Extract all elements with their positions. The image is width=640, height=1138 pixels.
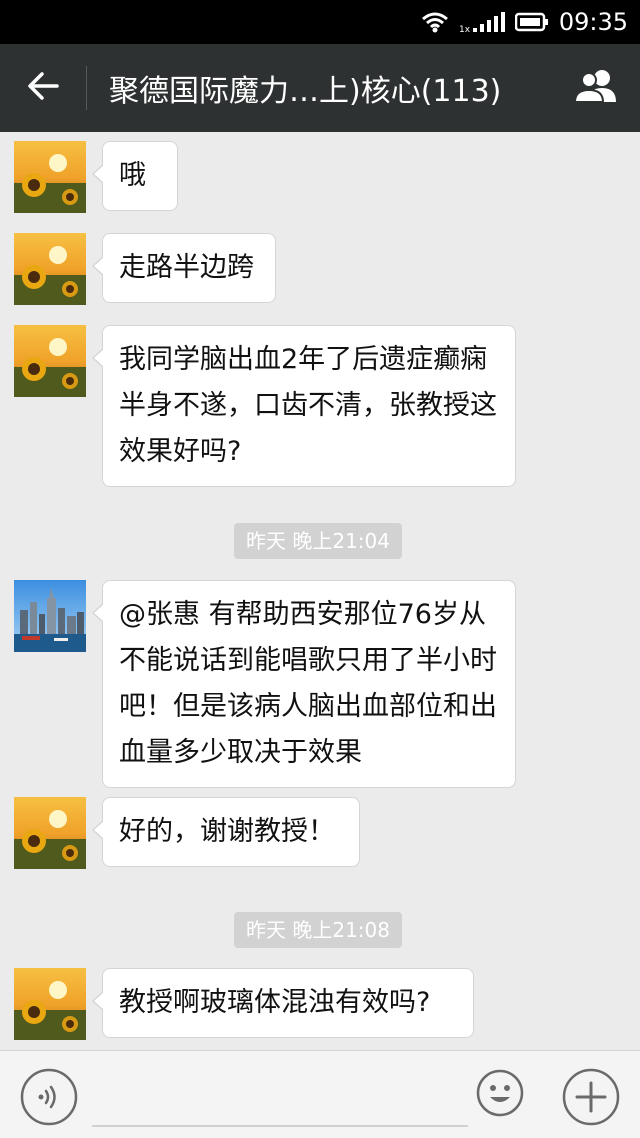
emoji-button[interactable] — [476, 1069, 524, 1117]
avatar[interactable] — [14, 580, 86, 652]
timestamp-divider: 昨天 晚上21:08 — [234, 912, 402, 948]
status-bar: 1x 09:35 — [0, 0, 640, 44]
group-members-icon — [572, 68, 620, 108]
battery-icon — [514, 12, 549, 32]
voice-input-button[interactable] — [20, 1068, 78, 1126]
message-bubble[interactable]: 哦 — [92, 141, 178, 211]
message-input-bar — [0, 1050, 640, 1138]
avatar[interactable] — [14, 797, 86, 869]
svg-text:1x: 1x — [459, 25, 471, 34]
message-bubble[interactable]: @张惠 有帮助西安那位76岁从不能说话到能唱歌只用了半小时吧！但是该病人脑出血部… — [92, 580, 516, 788]
plus-icon — [562, 1068, 620, 1130]
voice-icon — [20, 1068, 78, 1130]
emoji-icon — [476, 1069, 524, 1121]
status-time: 09:35 — [558, 8, 628, 36]
message-bubble[interactable]: 我同学脑出血2年了后遗症癫痫半身不遂，口齿不清，张教授这效果好吗? — [92, 325, 516, 487]
avatar[interactable] — [14, 325, 86, 397]
message-text-input[interactable] — [92, 1125, 468, 1127]
chat-header: 聚德国际魔力…上)核心(113) — [0, 44, 640, 132]
wifi-icon — [421, 11, 449, 33]
timestamp-divider: 昨天 晚上21:04 — [234, 523, 402, 559]
chat-message-list[interactable]: 哦 走路半边跨 我同学脑出血2年了后遗症癫痫半身不遂，口齿不清，张教授这效果好吗… — [0, 132, 640, 1050]
more-options-button[interactable] — [562, 1068, 620, 1126]
avatar[interactable] — [14, 233, 86, 305]
message-bubble[interactable]: 教授啊玻璃体混浊有效吗? — [92, 968, 474, 1038]
avatar[interactable] — [14, 141, 86, 213]
message-bubble[interactable]: 走路半边跨 — [92, 233, 276, 303]
back-button[interactable] — [0, 44, 86, 132]
chat-title[interactable]: 聚德国际魔力…上)核心(113) — [87, 66, 552, 110]
avatar[interactable] — [14, 968, 86, 1040]
group-members-button[interactable] — [552, 44, 640, 132]
arrow-left-icon — [26, 71, 60, 105]
message-bubble[interactable]: 好的，谢谢教授！ — [92, 797, 360, 867]
signal-icon: 1x — [459, 10, 505, 34]
